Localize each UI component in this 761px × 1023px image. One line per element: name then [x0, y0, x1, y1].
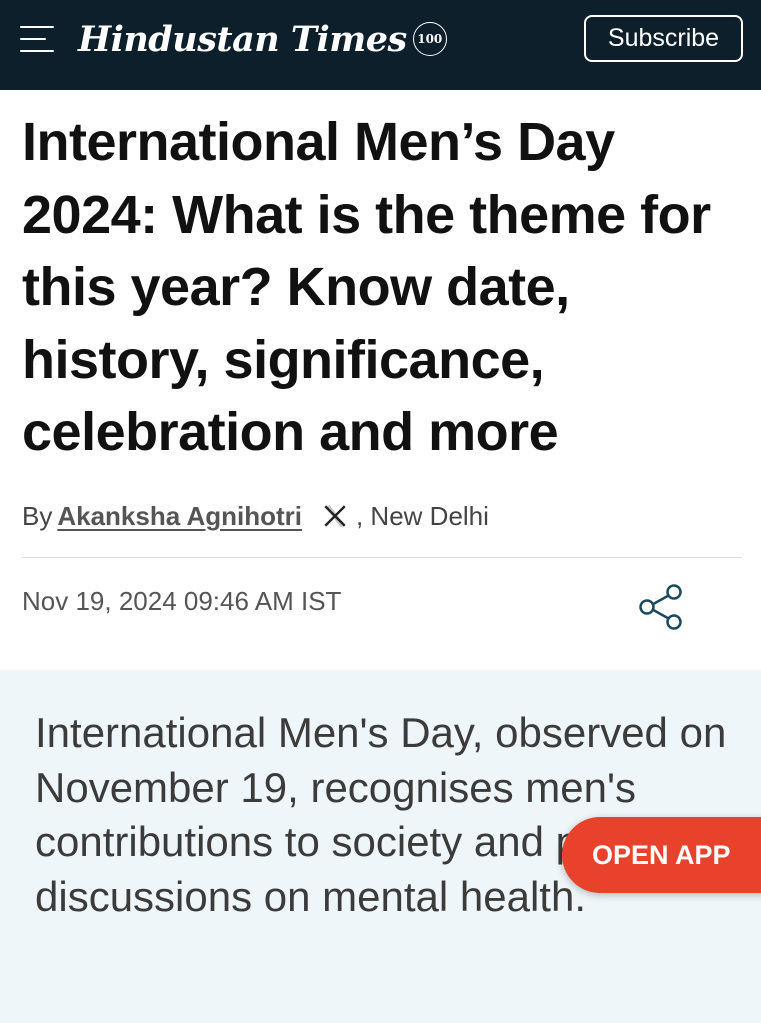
article-headline: International Men’s Day 2024: What is th…	[22, 112, 711, 462]
hamburger-menu-icon[interactable]	[20, 26, 54, 52]
author-link[interactable]: Akanksha Agnihotri	[57, 501, 302, 532]
site-logo[interactable]: Hindustan Times 100	[78, 16, 447, 62]
publish-timestamp: Nov 19, 2024 09:46 AM IST	[22, 586, 342, 616]
byline: By Akanksha Agnihotri , New Delhi	[22, 496, 489, 536]
logo-badge: 100	[412, 22, 447, 56]
open-app-button[interactable]: OPEN APP	[562, 817, 761, 893]
share-icon[interactable]	[634, 580, 688, 634]
by-label: By	[22, 500, 53, 531]
divider	[22, 557, 742, 558]
x-twitter-icon[interactable]	[320, 501, 350, 531]
top-bar: Hindustan Times 100 Subscribe	[0, 0, 761, 90]
subscribe-button[interactable]: Subscribe	[584, 15, 743, 62]
location-text: , New Delhi	[355, 500, 489, 531]
logo-text: Hindustan Times	[78, 18, 407, 60]
